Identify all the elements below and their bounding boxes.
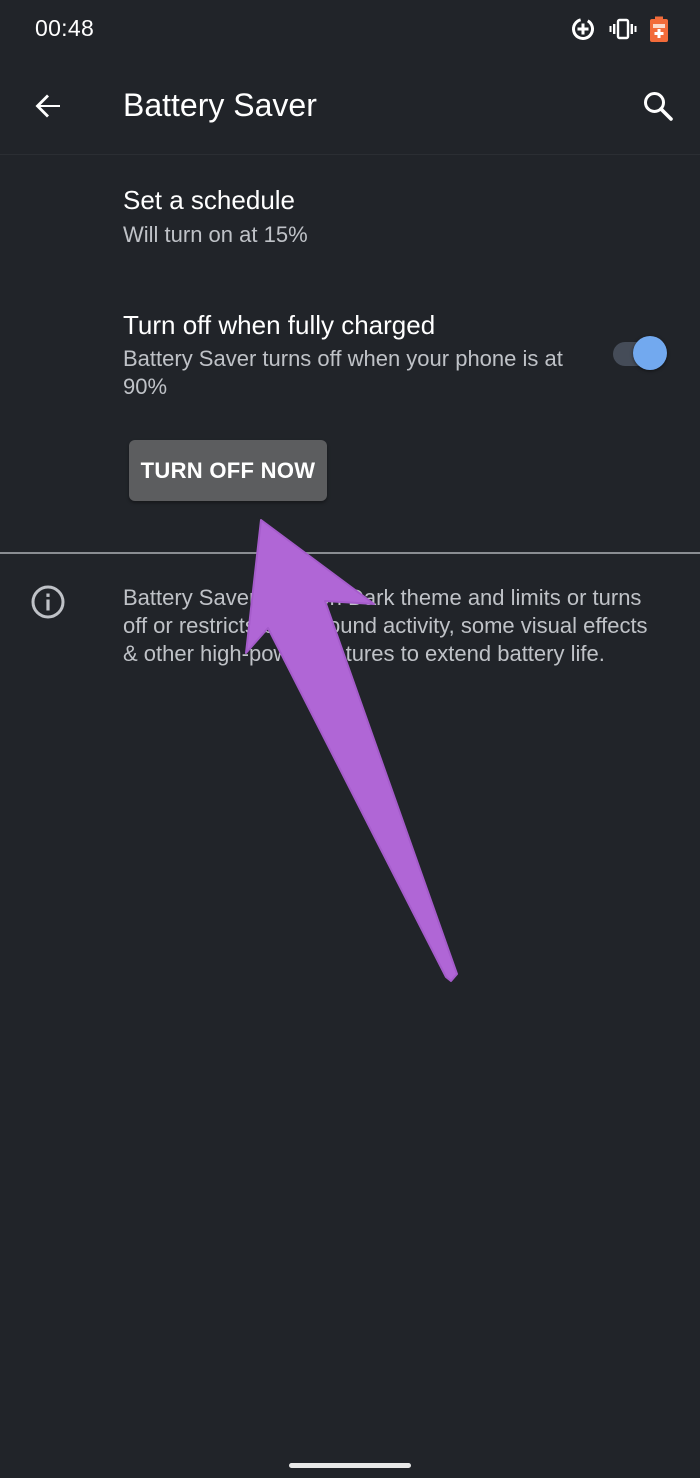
vibrate-icon <box>609 18 637 40</box>
battery-saver-icon <box>650 16 668 42</box>
status-time: 00:48 <box>35 15 95 41</box>
arrow-back-icon <box>35 94 60 118</box>
search-button[interactable] <box>636 84 680 128</box>
schedule-title: Set a schedule <box>123 185 296 215</box>
info-icon <box>31 585 65 619</box>
gesture-navigation-handle[interactable] <box>289 1463 411 1468</box>
full-charge-title: Turn off when fully charged <box>123 310 436 340</box>
turn-off-now-button[interactable]: TURN OFF NOW <box>129 440 327 501</box>
search-icon <box>644 92 673 121</box>
divider <box>0 552 700 554</box>
battery-saver-description: Battery Saver turns on Dark theme and li… <box>123 585 648 666</box>
page-title: Battery Saver <box>123 87 317 123</box>
toggle-thumb <box>633 336 667 370</box>
full-charge-toggle[interactable] <box>611 336 669 372</box>
full-charge-preference[interactable]: Turn off when fully charged Battery Save… <box>0 280 700 420</box>
schedule-preference[interactable]: Set a schedule Will turn on at 15% <box>0 155 700 265</box>
full-charge-summary: Battery Saver turns off when your phone … <box>123 346 563 399</box>
app-bar: Battery Saver <box>0 60 700 155</box>
back-button[interactable] <box>26 84 70 128</box>
data-saver-icon <box>572 18 594 41</box>
schedule-summary: Will turn on at 15% <box>123 222 308 247</box>
status-bar: 00:48 <box>0 0 700 60</box>
